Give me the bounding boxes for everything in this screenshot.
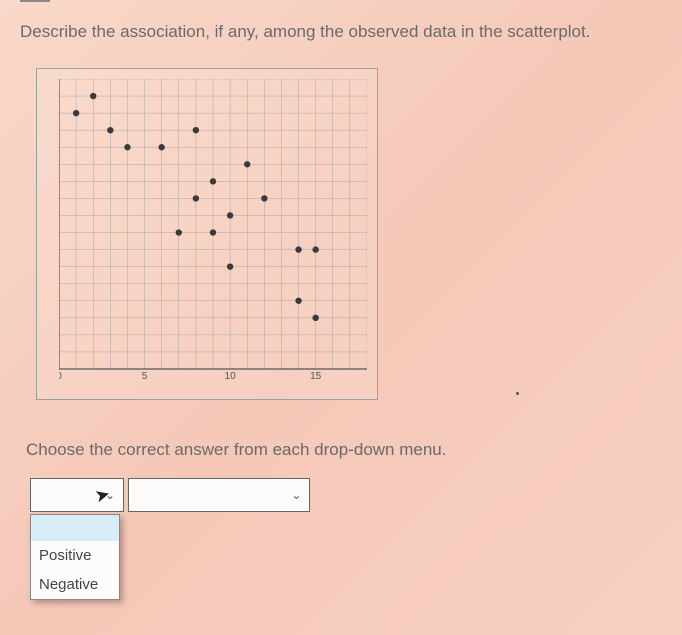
svg-text:0: 0 [59, 371, 62, 379]
divider [20, 0, 50, 2]
svg-text:10: 10 [225, 371, 237, 379]
x-tick-labels: 0 5 10 15 [59, 371, 322, 379]
chevron-down-icon: ⌄ [291, 488, 301, 502]
dropdown-option-positive[interactable]: Positive [31, 541, 119, 570]
dropdown-association-sign[interactable]: ➤ ⌄ [30, 478, 124, 512]
dropdown-option-blank[interactable] [31, 515, 119, 541]
chevron-down-icon: ⌄ [105, 488, 115, 502]
scatterplot-chart: 0 5 10 15 5 10 15 [36, 68, 378, 400]
question-text: Describe the association, if any, among … [20, 22, 590, 42]
grid-lines [59, 79, 367, 369]
dropdown-association-strength[interactable]: ⌄ [128, 478, 310, 512]
scatterplot-svg: 0 5 10 15 5 10 15 [59, 79, 367, 379]
instruction-text: Choose the correct answer from each drop… [26, 440, 446, 460]
svg-text:5: 5 [142, 371, 148, 379]
speck [516, 392, 519, 395]
dropdown-options-list: Positive Negative [30, 514, 120, 600]
dropdown-option-negative[interactable]: Negative [31, 570, 119, 599]
svg-text:15: 15 [310, 371, 322, 379]
dropdown-row: ➤ ⌄ ⌄ [30, 478, 310, 512]
